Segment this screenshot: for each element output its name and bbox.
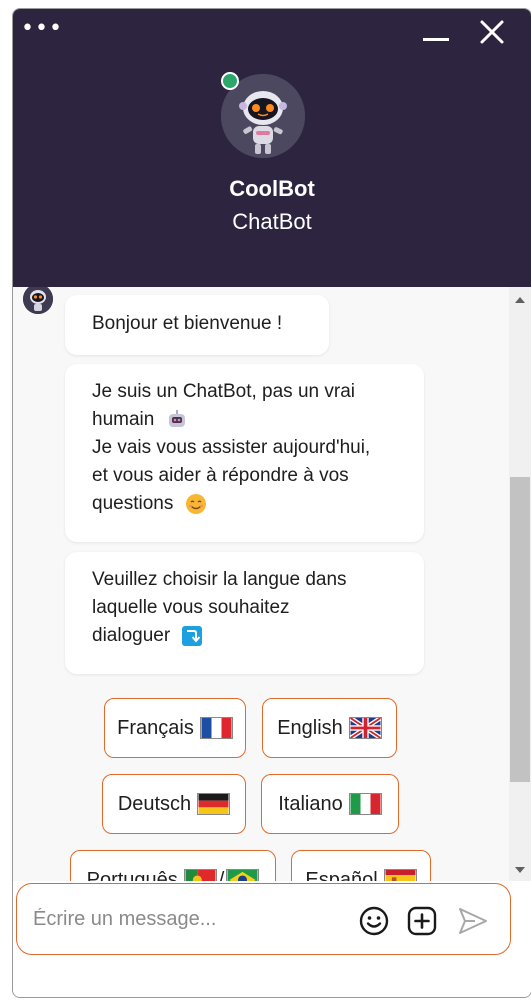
language-button-portugues[interactable]: Português / bbox=[70, 850, 276, 881]
message-line: questions bbox=[92, 493, 174, 514]
bot-role: ChatBot bbox=[232, 209, 312, 234]
robot-emoji-icon bbox=[168, 409, 185, 427]
online-status-indicator bbox=[221, 72, 239, 90]
smiling-face-emoji-icon bbox=[185, 493, 206, 514]
message-line: humain bbox=[92, 409, 155, 430]
flag-france-icon bbox=[199, 717, 233, 739]
chat-window: ••• CoolBot ChatBot Bonjour et bienvenue… bbox=[12, 8, 531, 998]
close-icon[interactable] bbox=[479, 19, 505, 45]
message-line: laquelle vous souhaitez bbox=[92, 597, 290, 618]
message-text: Bonjour et bienvenue ! bbox=[92, 313, 283, 334]
chat-header: ••• CoolBot ChatBot bbox=[13, 9, 531, 287]
language-button-english[interactable]: English bbox=[262, 698, 397, 758]
flag-italy-icon bbox=[348, 793, 382, 815]
emoji-icon[interactable] bbox=[358, 905, 390, 937]
language-button-italiano[interactable]: Italiano bbox=[261, 774, 399, 834]
message-bubble: Veuillez choisir la langue dans laquelle… bbox=[65, 552, 424, 674]
flag-portugal-icon bbox=[183, 869, 217, 881]
message-list: Bonjour et bienvenue ! Je suis un ChatBo… bbox=[13, 287, 509, 881]
flag-spain-icon bbox=[383, 869, 417, 881]
language-button-deutsch[interactable]: Deutsch bbox=[102, 774, 246, 834]
message-list-scrollbar[interactable] bbox=[509, 287, 531, 881]
message-input[interactable] bbox=[33, 904, 333, 934]
message-line: Je suis un ChatBot, pas un vrai bbox=[92, 381, 355, 402]
message-bubble: Je suis un ChatBot, pas un vrai humain J… bbox=[65, 364, 424, 542]
scroll-down-arrow-icon[interactable] bbox=[515, 867, 525, 873]
composer-box bbox=[16, 883, 511, 955]
scrollbar-thumb[interactable] bbox=[510, 477, 530, 782]
language-label: Português bbox=[86, 868, 178, 882]
message-bubble: Bonjour et bienvenue ! bbox=[65, 295, 329, 355]
message-line: dialoguer bbox=[92, 625, 171, 646]
language-button-francais[interactable]: Français bbox=[104, 698, 246, 758]
language-label: Italiano bbox=[278, 792, 343, 815]
message-line: Veuillez choisir la langue dans bbox=[92, 569, 347, 590]
flag-brazil-icon bbox=[226, 869, 260, 881]
message-line: Je vais vous assister aujourd'hui, bbox=[92, 437, 371, 458]
composer bbox=[13, 881, 531, 997]
flag-germany-icon bbox=[197, 793, 231, 815]
language-label: Français bbox=[117, 716, 194, 739]
bot-message-avatar bbox=[23, 287, 53, 314]
flag-uk-icon bbox=[348, 717, 382, 739]
send-icon[interactable] bbox=[457, 905, 489, 937]
scroll-up-arrow-icon[interactable] bbox=[515, 297, 525, 303]
language-label: Español bbox=[305, 868, 378, 882]
more-options-icon[interactable]: ••• bbox=[21, 18, 63, 40]
minimize-button[interactable] bbox=[423, 38, 449, 41]
robot-icon bbox=[23, 287, 53, 314]
language-button-espanol[interactable]: Español bbox=[291, 850, 431, 881]
bot-name: CoolBot bbox=[229, 176, 315, 201]
message-line: et vous aider à répondre à vos bbox=[92, 465, 349, 486]
arrow-down-emoji-icon bbox=[182, 625, 203, 646]
language-label: English bbox=[277, 716, 343, 739]
language-label: Deutsch bbox=[117, 792, 192, 815]
language-separator: / bbox=[218, 868, 225, 882]
add-attachment-icon[interactable] bbox=[406, 905, 438, 937]
